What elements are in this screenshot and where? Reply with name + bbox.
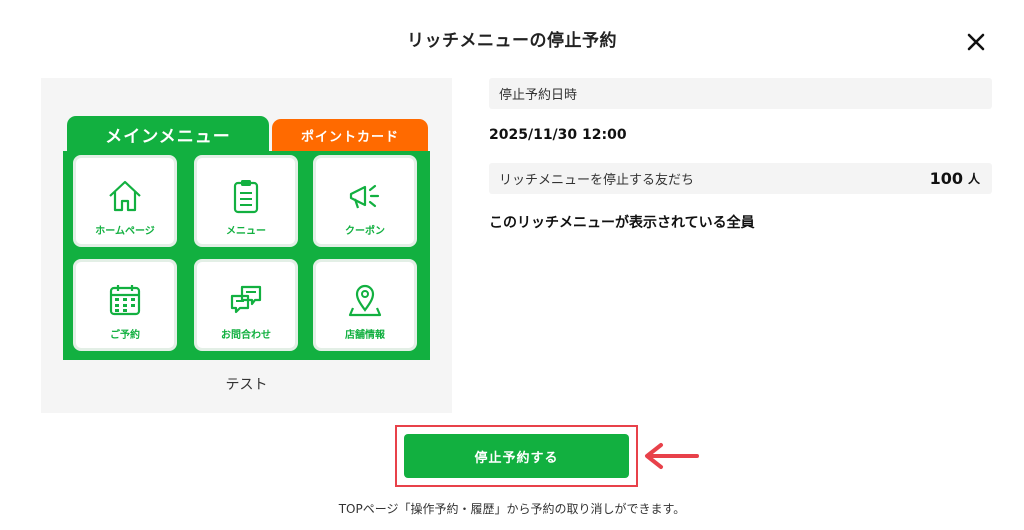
footer-note: TOPページ「操作予約・履歴」から予約の取り消しができます。 bbox=[338, 502, 686, 516]
friends-count: 100 人 bbox=[930, 163, 980, 194]
close-icon[interactable] bbox=[962, 28, 990, 56]
tile-coupon: クーポン bbox=[313, 155, 417, 247]
target-note: このリッチメニューが表示されている全員 bbox=[489, 215, 755, 231]
schedule-value: 2025/11/30 12:00 bbox=[489, 127, 627, 143]
megaphone-icon bbox=[349, 184, 380, 209]
schedule-label: 停止予約日時 bbox=[499, 88, 578, 103]
tile-homepage: ホームページ bbox=[73, 155, 177, 247]
calendar-icon bbox=[109, 285, 141, 316]
clipboard-icon bbox=[233, 180, 259, 214]
friends-label: リッチメニューを停止する友だち bbox=[499, 173, 695, 188]
schedule-label-row: 停止予約日時 bbox=[489, 78, 992, 109]
map-pin-icon bbox=[348, 284, 382, 317]
friends-count-unit: 人 bbox=[967, 172, 980, 186]
rich-menu-grid: ホームページ メニュー クーポン ご予約 お問合わせ 店舗情報 bbox=[63, 151, 430, 360]
tile-reservation: ご予約 bbox=[73, 259, 177, 351]
friends-label-row: リッチメニューを停止する友だち 100 人 bbox=[489, 163, 992, 194]
left-arrow-icon bbox=[640, 440, 700, 472]
tab-main-menu: メインメニュー bbox=[67, 116, 269, 152]
tile-contact: お問合わせ bbox=[194, 259, 298, 351]
tile-label: クーポン bbox=[345, 226, 385, 237]
tile-label: 店舗情報 bbox=[345, 330, 385, 341]
tile-label: お問合わせ bbox=[221, 330, 271, 341]
friends-count-number: 100 bbox=[929, 169, 963, 188]
tile-label: メニュー bbox=[226, 226, 266, 237]
submit-stop-reservation-button[interactable]: 停止予約する bbox=[404, 434, 629, 478]
dialog-title: リッチメニューの停止予約 bbox=[407, 31, 617, 51]
tile-menu: メニュー bbox=[194, 155, 298, 247]
chat-icon bbox=[230, 285, 262, 314]
tile-label: ホームページ bbox=[95, 226, 155, 237]
tab-point-card: ポイントカード bbox=[272, 119, 428, 151]
tile-store-info: 店舗情報 bbox=[313, 259, 417, 351]
home-icon bbox=[109, 180, 141, 212]
rich-menu-name: テスト bbox=[225, 377, 268, 393]
tile-label: ご予約 bbox=[110, 330, 140, 341]
